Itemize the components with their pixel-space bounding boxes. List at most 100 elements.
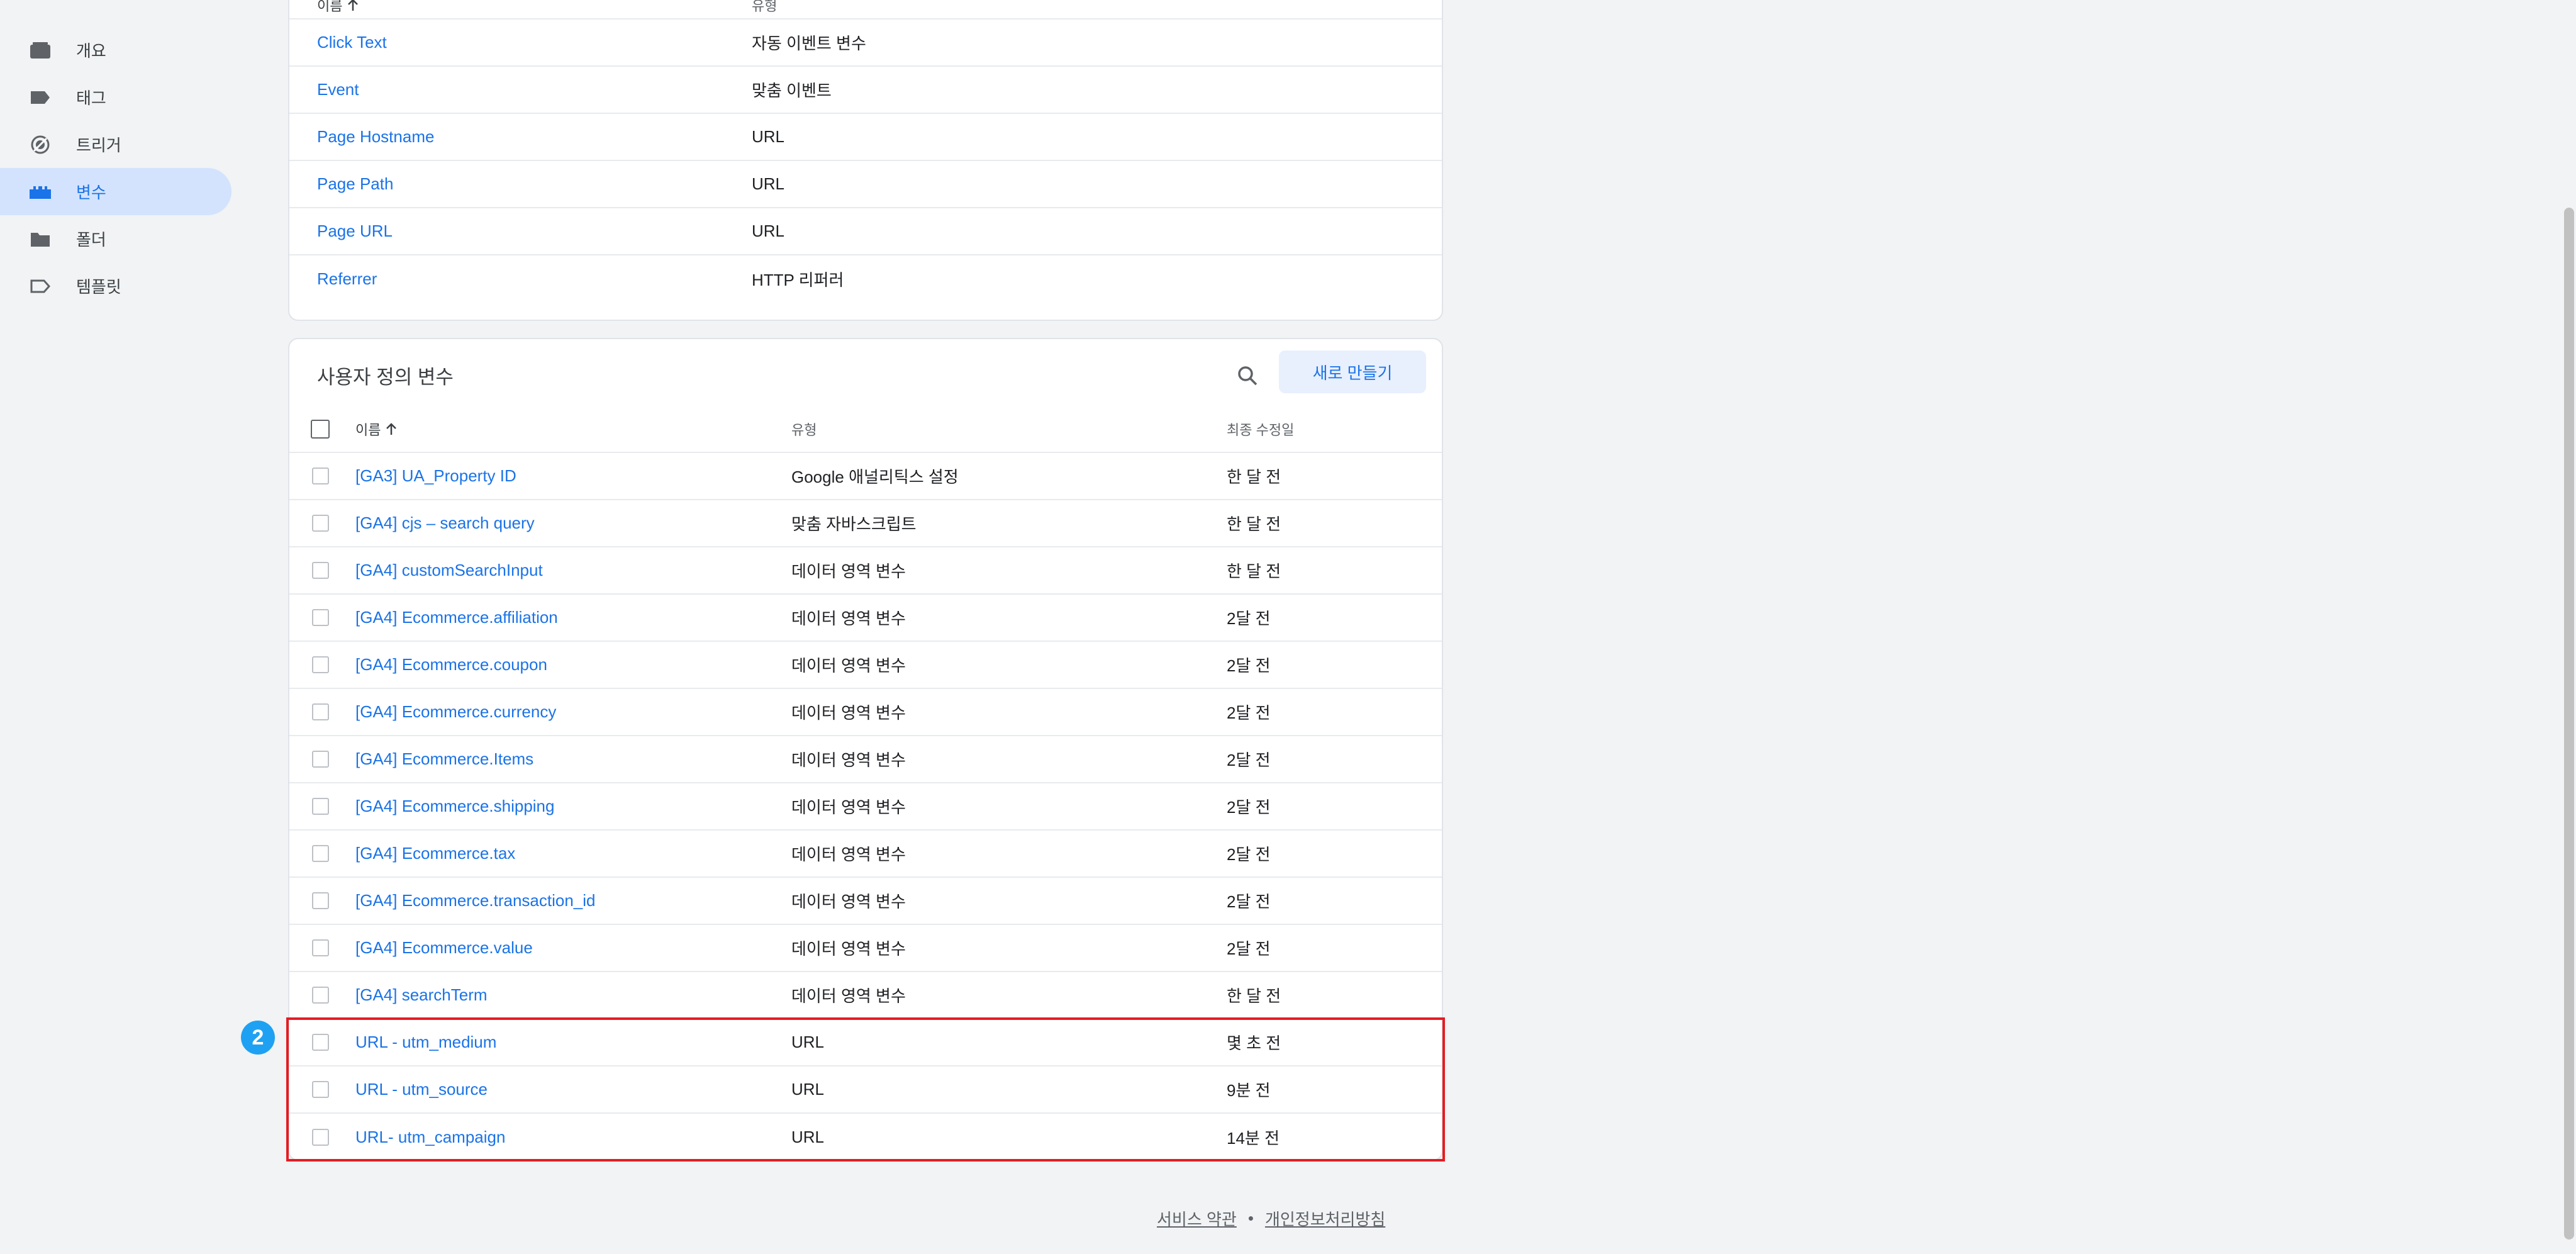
table-row[interactable]: [GA4] Ecommerce.currency 데이터 영역 변수 2달 전 xyxy=(289,689,1442,736)
variable-type: 자동 이벤트 변수 xyxy=(752,34,866,53)
sidebar-item-triggers[interactable]: 트리거 xyxy=(0,121,231,168)
variable-name-link[interactable]: [GA3] UA_Property ID xyxy=(355,453,516,499)
row-checkbox[interactable] xyxy=(312,609,329,626)
row-checkbox[interactable] xyxy=(312,1034,329,1051)
variable-name-link[interactable]: [GA4] Ecommerce.affiliation xyxy=(355,595,558,641)
variable-type: 데이터 영역 변수 xyxy=(791,798,906,817)
variable-type: 데이터 영역 변수 xyxy=(791,751,906,770)
variable-type: 데이터 영역 변수 xyxy=(791,845,906,864)
new-variable-button[interactable]: 새로 만들기 xyxy=(1279,350,1426,393)
last-modified: 2달 전 xyxy=(1227,751,1271,770)
variable-name-link[interactable]: [GA4] customSearchInput xyxy=(355,547,543,593)
row-checkbox[interactable] xyxy=(312,987,329,1004)
sort-name-header[interactable]: 이름 xyxy=(355,406,397,452)
table-row[interactable]: [GA4] Ecommerce.coupon 데이터 영역 변수 2달 전 xyxy=(289,642,1442,689)
variable-name-link[interactable]: [GA4] Ecommerce.currency xyxy=(355,689,556,735)
sort-name-header[interactable]: 이름 xyxy=(317,0,359,18)
variable-name-link[interactable]: URL- utm_campaign xyxy=(355,1114,505,1161)
variable-name-link[interactable]: Event xyxy=(317,67,359,113)
table-row[interactable]: [GA4] Ecommerce.tax 데이터 영역 변수 2달 전 xyxy=(289,831,1442,878)
row-checkbox[interactable] xyxy=(312,798,329,815)
variable-name-link[interactable]: Click Text xyxy=(317,20,387,65)
table-row[interactable]: [GA4] Ecommerce.Items 데이터 영역 변수 2달 전 xyxy=(289,736,1442,783)
table-row[interactable]: [GA4] Ecommerce.value 데이터 영역 변수 2달 전 xyxy=(289,925,1442,972)
table-row[interactable]: [GA4] Ecommerce.affiliation 데이터 영역 변수 2달 전 xyxy=(289,595,1442,642)
scrollbar-thumb[interactable] xyxy=(2564,208,2574,1240)
table-row[interactable]: Page Hostname URL xyxy=(289,114,1442,161)
variable-name-link[interactable]: URL - utm_medium xyxy=(355,1019,496,1065)
variable-type: URL xyxy=(752,127,785,146)
row-checkbox[interactable] xyxy=(312,751,329,768)
sidebar-item-label: 태그 xyxy=(76,89,106,108)
row-checkbox[interactable] xyxy=(312,656,329,673)
row-checkbox[interactable] xyxy=(312,1129,329,1146)
row-checkbox[interactable] xyxy=(312,845,329,862)
last-modified: 한 달 전 xyxy=(1227,562,1281,581)
variable-name-link[interactable]: [GA4] Ecommerce.Items xyxy=(355,736,533,782)
table-row[interactable]: [GA4] searchTerm 데이터 영역 변수 한 달 전 xyxy=(289,972,1442,1019)
sidebar-item-tags[interactable]: 태그 xyxy=(0,74,231,121)
search-button[interactable] xyxy=(1229,357,1266,395)
variable-name-link[interactable]: [GA4] searchTerm xyxy=(355,972,488,1018)
last-modified: 몇 초 전 xyxy=(1227,1034,1281,1053)
row-checkbox[interactable] xyxy=(312,515,329,532)
variable-type: 데이터 영역 변수 xyxy=(791,562,906,581)
row-checkbox[interactable] xyxy=(312,562,329,579)
variable-name-link[interactable]: Referrer xyxy=(317,255,377,303)
variable-name-link[interactable]: [GA4] Ecommerce.coupon xyxy=(355,642,547,688)
row-checkbox[interactable] xyxy=(312,703,329,720)
variable-type: URL xyxy=(752,221,785,240)
variable-type: 맞춤 자바스크립트 xyxy=(791,515,917,534)
table-row[interactable]: [GA3] UA_Property ID Google 애널리틱스 설정 한 달 전 xyxy=(289,453,1442,500)
table-row[interactable]: [GA4] Ecommerce.transaction_id 데이터 영역 변수 2… xyxy=(289,878,1442,925)
scrollbar-track[interactable] xyxy=(2562,0,2576,1254)
user-defined-variables-card: 사용자 정의 변수 새로 만들기 이름 유형 최종 수정일 [GA3] UA_P… xyxy=(288,338,1443,1161)
type-header: 유형 xyxy=(752,0,778,14)
table-row[interactable]: URL - utm_medium URL 몇 초 전 xyxy=(289,1019,1442,1066)
variable-name-link[interactable]: Page Hostname xyxy=(317,114,434,160)
row-checkbox[interactable] xyxy=(312,939,329,956)
row-checkbox[interactable] xyxy=(312,467,329,484)
sidebar-item-overview[interactable]: 개요 xyxy=(0,26,231,74)
modified-header: 최종 수정일 xyxy=(1227,422,1295,438)
row-checkbox[interactable] xyxy=(312,892,329,909)
select-all-checkbox[interactable] xyxy=(311,419,330,439)
last-modified: 14분 전 xyxy=(1227,1129,1280,1148)
privacy-link[interactable]: 개인정보처리방침 xyxy=(1265,1207,1385,1230)
variable-name-link[interactable]: URL - utm_source xyxy=(355,1066,488,1112)
last-modified: 2달 전 xyxy=(1227,798,1271,817)
variable-type: 데이터 영역 변수 xyxy=(791,609,906,628)
variable-name-link[interactable]: Page URL xyxy=(317,208,393,254)
sidebar-nav: 개요 태그 트리거 변수 폴더 템플릿 xyxy=(0,26,264,310)
variable-type: URL xyxy=(752,174,785,193)
card-title: 사용자 정의 변수 xyxy=(317,366,454,388)
variable-type: 데이터 영역 변수 xyxy=(791,939,906,958)
variable-name-link[interactable]: [GA4] cjs – search query xyxy=(355,500,535,546)
table-row[interactable]: [GA4] customSearchInput 데이터 영역 변수 한 달 전 xyxy=(289,547,1442,595)
variable-type: 데이터 영역 변수 xyxy=(791,892,906,911)
variable-type: Google 애널리틱스 설정 xyxy=(791,467,959,486)
table-row[interactable]: Referrer HTTP 리퍼러 xyxy=(289,255,1442,303)
table-row[interactable]: Event 맞춤 이벤트 xyxy=(289,67,1442,114)
sidebar-item-templates[interactable]: 템플릿 xyxy=(0,262,231,310)
sidebar-item-label: 개요 xyxy=(76,42,106,60)
table-row[interactable]: Page URL URL xyxy=(289,208,1442,255)
table-row[interactable]: Click Text 자동 이벤트 변수 xyxy=(289,20,1442,67)
table-row[interactable]: [GA4] Ecommerce.shipping 데이터 영역 변수 2달 전 xyxy=(289,783,1442,831)
trigger-icon xyxy=(28,133,52,157)
sidebar-item-variables[interactable]: 변수 xyxy=(0,168,231,215)
table-row[interactable]: URL - utm_source URL 9분 전 xyxy=(289,1066,1442,1114)
variable-name-link[interactable]: Page Path xyxy=(317,161,393,207)
variable-type: URL xyxy=(791,1128,825,1146)
variable-name-link[interactable]: [GA4] Ecommerce.tax xyxy=(355,831,515,876)
variable-name-link[interactable]: [GA4] Ecommerce.shipping xyxy=(355,783,554,829)
variable-name-link[interactable]: [GA4] Ecommerce.transaction_id xyxy=(355,878,596,924)
table-row[interactable]: [GA4] cjs – search query 맞춤 자바스크립트 한 달 전 xyxy=(289,500,1442,547)
sidebar-item-folders[interactable]: 폴더 xyxy=(0,215,231,262)
arrow-up-icon xyxy=(348,0,359,11)
table-row[interactable]: URL- utm_campaign URL 14분 전 xyxy=(289,1114,1442,1161)
variable-name-link[interactable]: [GA4] Ecommerce.value xyxy=(355,925,533,971)
table-row[interactable]: Page Path URL xyxy=(289,161,1442,208)
terms-link[interactable]: 서비스 약관 xyxy=(1157,1207,1237,1230)
row-checkbox[interactable] xyxy=(312,1081,329,1098)
